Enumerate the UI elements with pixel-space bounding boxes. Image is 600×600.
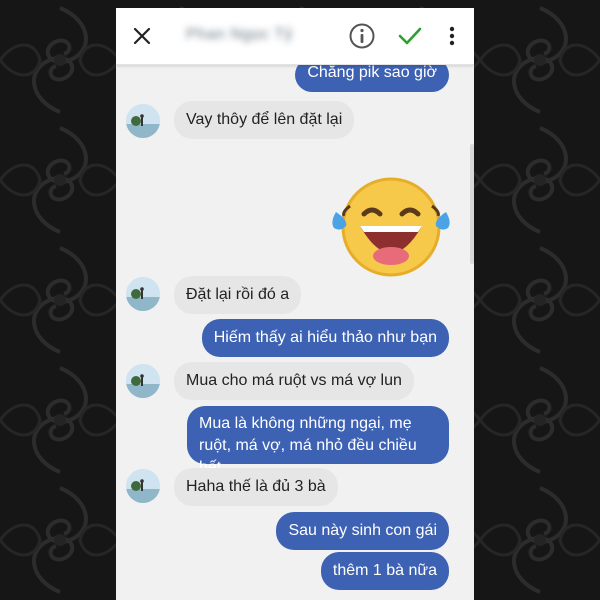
outgoing-message: thêm 1 bà nữa bbox=[320, 552, 449, 590]
outgoing-message: Hiếm thấy ai hiểu thảo như bạn bbox=[201, 319, 449, 357]
info-icon bbox=[349, 23, 375, 49]
message-list[interactable]: Chẳng pik sao giờ Vay thôy để lên đặt lạ… bbox=[116, 64, 474, 600]
phone-screen: Phan Ngọc Tỷ Chẳng pik sao giờ Vay thôy … bbox=[116, 8, 474, 600]
outgoing-message: Mua là không những ngại, mẹ ruột, má vợ,… bbox=[187, 406, 449, 476]
confirm-button[interactable] bbox=[394, 20, 426, 52]
incoming-message: Đặt lại rồi đó a bbox=[174, 276, 302, 314]
outgoing-message: Chẳng pik sao giờ bbox=[295, 64, 449, 92]
avatar[interactable] bbox=[126, 277, 160, 311]
outgoing-message: Sau này sinh con gái bbox=[276, 512, 449, 550]
close-button[interactable] bbox=[126, 20, 158, 52]
avatar[interactable] bbox=[126, 104, 160, 138]
incoming-message: Haha thế là đủ 3 bà bbox=[174, 468, 338, 506]
scrollbar[interactable] bbox=[470, 144, 474, 264]
conversation-header: Phan Ngọc Tỷ bbox=[116, 8, 474, 65]
contact-name: Phan Ngọc Tỷ bbox=[186, 26, 294, 43]
info-button[interactable] bbox=[346, 20, 378, 52]
avatar[interactable] bbox=[126, 469, 160, 503]
incoming-message: Vay thôy để lên đặt lại bbox=[174, 101, 355, 139]
avatar[interactable] bbox=[126, 364, 160, 398]
laughing-face-sticker bbox=[332, 177, 450, 277]
close-icon bbox=[133, 27, 151, 45]
more-options-button[interactable] bbox=[436, 20, 468, 52]
incoming-message: Mua cho má ruột vs má vợ lun bbox=[174, 362, 414, 400]
check-icon bbox=[398, 27, 422, 45]
more-vert-icon bbox=[449, 26, 455, 46]
